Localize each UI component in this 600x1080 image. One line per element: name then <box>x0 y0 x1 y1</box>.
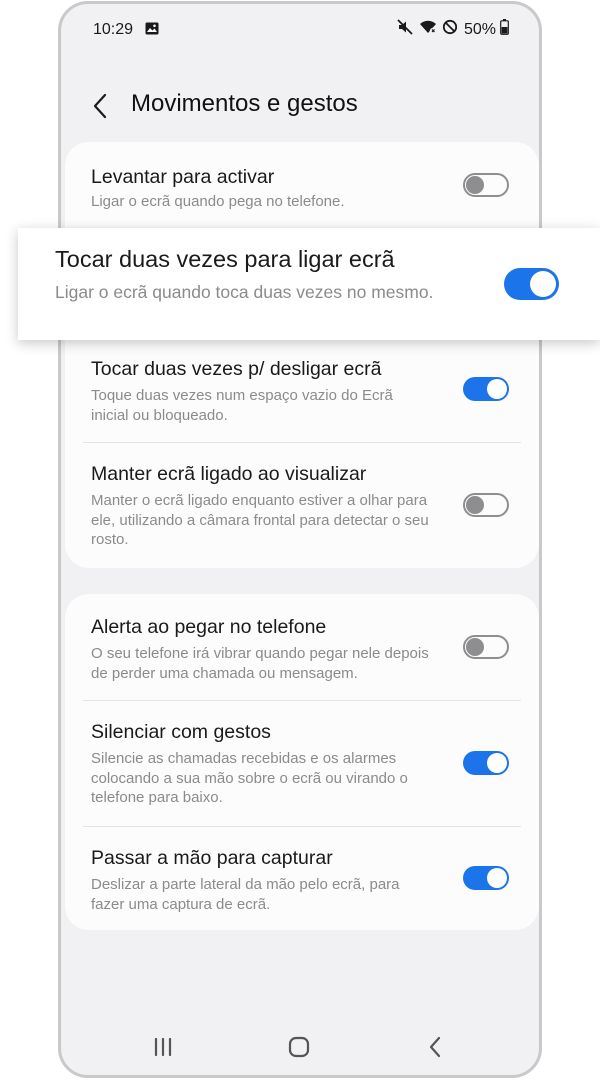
setting-title: Passar a mão para capturar <box>91 847 333 869</box>
battery-icon <box>500 19 509 40</box>
settings-card-gestures: Alerta ao pegar no telefone O seu telefo… <box>65 594 539 930</box>
lift-to-wake-toggle[interactable] <box>463 173 509 197</box>
settings-card-motions: Levantar para activar Ligar o ecrã quand… <box>65 142 539 568</box>
setting-pickup-alert[interactable]: Alerta ao pegar no telefone O seu telefo… <box>65 594 539 700</box>
toggle-knob <box>487 868 507 888</box>
header: Movimentos e gestos <box>61 82 539 130</box>
recent-apps-icon <box>154 1037 172 1057</box>
toggle-knob <box>466 496 484 514</box>
dnd-icon <box>442 19 458 40</box>
setting-subtitle: Ligar o ecrã quando pega no telefone. <box>91 193 345 210</box>
setting-subtitle: Toque duas vezes num espaço vazio do Ecr… <box>91 387 393 424</box>
toggle-knob <box>466 638 484 656</box>
wifi-icon <box>418 19 438 40</box>
setting-title: Levantar para activar <box>91 166 275 188</box>
toggle-knob <box>466 176 484 194</box>
setting-title: Tocar duas vezes para ligar ecrã <box>55 246 395 272</box>
setting-double-tap-off[interactable]: Tocar duas vezes p/ desligar ecrã Toque … <box>65 342 539 442</box>
setting-subtitle: Silencie as chamadas recebidas e os alar… <box>91 750 408 806</box>
navigation-bar <box>61 1019 539 1075</box>
back-button[interactable] <box>85 88 115 124</box>
gallery-icon <box>145 22 159 40</box>
toggle-knob <box>487 379 507 399</box>
setting-title: Tocar duas vezes p/ desligar ecrã <box>91 358 382 380</box>
status-bar: 10:29 50% <box>61 4 539 56</box>
mute-gestures-toggle[interactable] <box>463 751 509 775</box>
setting-subtitle: O seu telefone irá vibrar quando pegar n… <box>91 645 429 682</box>
setting-subtitle: Ligar o ecrã quando toca duas vezes no m… <box>55 282 434 302</box>
pickup-alert-toggle[interactable] <box>463 635 509 659</box>
chevron-left-icon <box>93 93 107 119</box>
setting-subtitle: Deslizar a parte lateral da mão pelo ecr… <box>91 876 400 913</box>
setting-double-tap-wake-highlighted[interactable]: Tocar duas vezes para ligar ecrã Ligar o… <box>18 228 600 340</box>
toggle-knob <box>487 753 507 773</box>
double-tap-wake-toggle[interactable] <box>504 268 559 300</box>
palm-swipe-toggle[interactable] <box>463 866 509 890</box>
setting-keep-screen-on[interactable]: Manter ecrã ligado ao visualizar Manter … <box>65 443 539 568</box>
status-icons: 50% <box>396 18 509 41</box>
recent-apps-button[interactable] <box>147 1033 179 1061</box>
home-icon <box>288 1036 310 1058</box>
setting-lift-to-wake[interactable]: Levantar para activar Ligar o ecrã quand… <box>65 142 539 228</box>
back-icon <box>429 1036 441 1058</box>
setting-palm-swipe[interactable]: Passar a mão para capturar Deslizar a pa… <box>65 827 539 930</box>
setting-title: Silenciar com gestos <box>91 721 271 743</box>
page-title: Movimentos e gestos <box>131 90 358 117</box>
mute-icon <box>396 18 414 41</box>
setting-title: Manter ecrã ligado ao visualizar <box>91 463 367 485</box>
status-time: 10:29 <box>93 21 134 38</box>
double-tap-off-toggle[interactable] <box>463 377 509 401</box>
home-button[interactable] <box>283 1033 315 1061</box>
setting-mute-gestures[interactable]: Silenciar com gestos Silencie as chamada… <box>65 701 539 826</box>
setting-title: Alerta ao pegar no telefone <box>91 616 327 638</box>
nav-back-button[interactable] <box>419 1033 451 1061</box>
setting-subtitle: Manter o ecrã ligado enquanto estiver a … <box>91 492 429 548</box>
keep-screen-on-toggle[interactable] <box>463 493 509 517</box>
phone-frame: 10:29 50% Movimentos e gestos Levantar p… <box>58 1 542 1078</box>
battery-percent: 50% <box>463 20 496 38</box>
toggle-knob <box>530 271 556 297</box>
